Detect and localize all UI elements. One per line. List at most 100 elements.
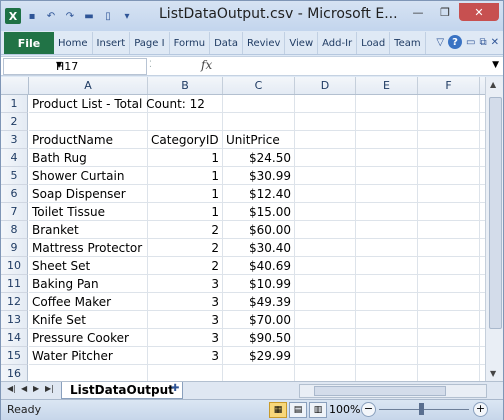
product-name-cell[interactable]: Sheet Set [29,257,93,275]
unit-price-cell[interactable]: $10.99 [223,275,294,293]
row-header[interactable]: 11 [1,275,28,293]
header-product-name[interactable]: ProductName [29,131,116,149]
save-icon[interactable]: ▪ [24,8,40,24]
name-box[interactable]: H17 ▼ [3,58,147,75]
category-id-cell[interactable]: 3 [148,275,222,293]
row-header[interactable]: 6 [1,185,28,203]
product-name-cell[interactable]: Shower Curtain [29,167,127,185]
workbook-restore-icon[interactable]: ⧉ [479,37,486,48]
header-category-id[interactable]: CategoryID [148,131,222,149]
unit-price-cell[interactable]: $60.00 [223,221,294,239]
unit-price-cell[interactable]: $30.99 [223,167,294,185]
restore-icon[interactable]: ❐ [432,3,458,21]
category-id-cell[interactable]: 1 [148,149,222,167]
category-id-cell[interactable]: 1 [148,203,222,221]
row-header[interactable]: 14 [1,329,28,347]
product-name-cell[interactable]: Toilet Tissue [29,203,108,221]
last-sheet-icon[interactable]: ▶| [45,384,54,393]
category-id-cell[interactable]: 2 [148,221,222,239]
row-header[interactable]: 15 [1,347,28,365]
unit-price-cell[interactable]: $29.99 [223,347,294,365]
unit-price-cell[interactable]: $15.00 [223,203,294,221]
cell-a1-title[interactable]: Product List - Total Count: 12 [29,95,208,113]
tab-data[interactable]: Data [210,32,243,54]
insert-function-icon[interactable]: fx [201,58,212,72]
row-header[interactable]: 3 [1,131,28,149]
category-id-cell[interactable]: 2 [148,257,222,275]
tab-load[interactable]: Load [357,32,391,54]
horizontal-scroll-thumb[interactable] [314,386,446,396]
redo-icon[interactable]: ↷ [62,8,78,24]
zoom-level[interactable]: 100% [329,403,360,416]
column-header-c[interactable]: C [223,77,295,94]
page-layout-view-icon[interactable]: ▤ [289,402,307,418]
category-id-cell[interactable]: 3 [148,311,222,329]
tab-insert[interactable]: Insert [93,32,131,54]
row-header[interactable]: 16 [1,365,28,381]
row-header[interactable]: 12 [1,293,28,311]
row-header[interactable]: 1 [1,95,28,113]
column-header-b[interactable]: B [148,77,223,94]
zoom-in-button[interactable]: + [473,402,488,417]
row-header[interactable]: 13 [1,311,28,329]
unit-price-cell[interactable]: $40.69 [223,257,294,275]
category-id-cell[interactable]: 1 [148,185,222,203]
product-name-cell[interactable]: Baking Pan [29,275,102,293]
undo-icon[interactable]: ↶ [43,8,59,24]
category-id-cell[interactable]: 3 [148,347,222,365]
new-file-icon[interactable]: ▯ [100,8,116,24]
zoom-out-button[interactable]: − [361,402,376,417]
row-header[interactable]: 7 [1,203,28,221]
page-break-view-icon[interactable]: ▥ [309,402,327,418]
column-header-a[interactable]: A [29,77,148,94]
tab-formulas[interactable]: Formu [170,32,211,54]
column-header-e[interactable]: E [356,77,418,94]
vertical-scrollbar[interactable]: ▲ ▼ [485,77,503,381]
help-icon[interactable]: ? [448,35,463,49]
normal-view-icon[interactable]: ▦ [269,402,287,418]
tab-page-layout[interactable]: Page I [130,32,170,54]
row-header[interactable]: 9 [1,239,28,257]
product-name-cell[interactable]: Soap Dispenser [29,185,129,203]
minimize-icon[interactable]: — [405,3,431,21]
tab-review[interactable]: Reviev [243,32,286,54]
category-id-cell[interactable]: 1 [148,167,222,185]
prev-sheet-icon[interactable]: ◀ [21,384,27,393]
zoom-slider-knob[interactable] [419,403,424,415]
tab-file[interactable]: File [4,32,54,54]
open-folder-icon[interactable]: ▬ [81,8,97,24]
scroll-up-icon[interactable]: ▲ [490,80,496,89]
unit-price-cell[interactable]: $70.00 [223,311,294,329]
product-name-cell[interactable]: Knife Set [29,311,89,329]
category-id-cell[interactable]: 2 [148,239,222,257]
expand-formula-bar-icon[interactable]: ▼ [492,60,499,70]
product-name-cell[interactable]: Pressure Cooker [29,329,132,347]
formula-bar-splitter[interactable]: ⁚ [149,60,189,72]
product-name-cell[interactable]: Bath Rug [29,149,90,167]
insert-sheet-icon[interactable]: ✚ [171,383,187,397]
tab-view[interactable]: View [285,32,319,54]
select-all-corner[interactable] [1,77,29,94]
product-name-cell[interactable]: Branket [29,221,82,239]
unit-price-cell[interactable]: $12.40 [223,185,294,203]
worksheet-grid[interactable]: A B C D E F 1 2 3 4 5 6 7 8 9 10 11 12 13 14 15 16 Prod… [1,77,485,381]
category-id-cell[interactable]: 3 [148,329,222,347]
scroll-down-icon[interactable]: ▼ [490,369,496,378]
customize-qat-icon[interactable]: ▾ [119,8,135,24]
vertical-scroll-thumb[interactable] [489,97,502,329]
column-header-d[interactable]: D [295,77,356,94]
name-box-dropdown-icon[interactable]: ▼ [56,60,143,69]
row-header[interactable]: 8 [1,221,28,239]
unit-price-cell[interactable]: $30.40 [223,239,294,257]
row-header[interactable]: 5 [1,167,28,185]
sheet-tab-listdataoutput[interactable]: ListDataOutput [61,382,183,399]
unit-price-cell[interactable]: $24.50 [223,149,294,167]
zoom-slider[interactable] [379,409,469,410]
tab-add-ins[interactable]: Add-Ir [318,32,358,54]
row-header[interactable]: 2 [1,113,28,131]
product-name-cell[interactable]: Mattress Protector [29,239,145,257]
unit-price-cell[interactable]: $90.50 [223,329,294,347]
header-unit-price[interactable]: UnitPrice [223,131,283,149]
unit-price-cell[interactable]: $49.39 [223,293,294,311]
category-id-cell[interactable]: 3 [148,293,222,311]
